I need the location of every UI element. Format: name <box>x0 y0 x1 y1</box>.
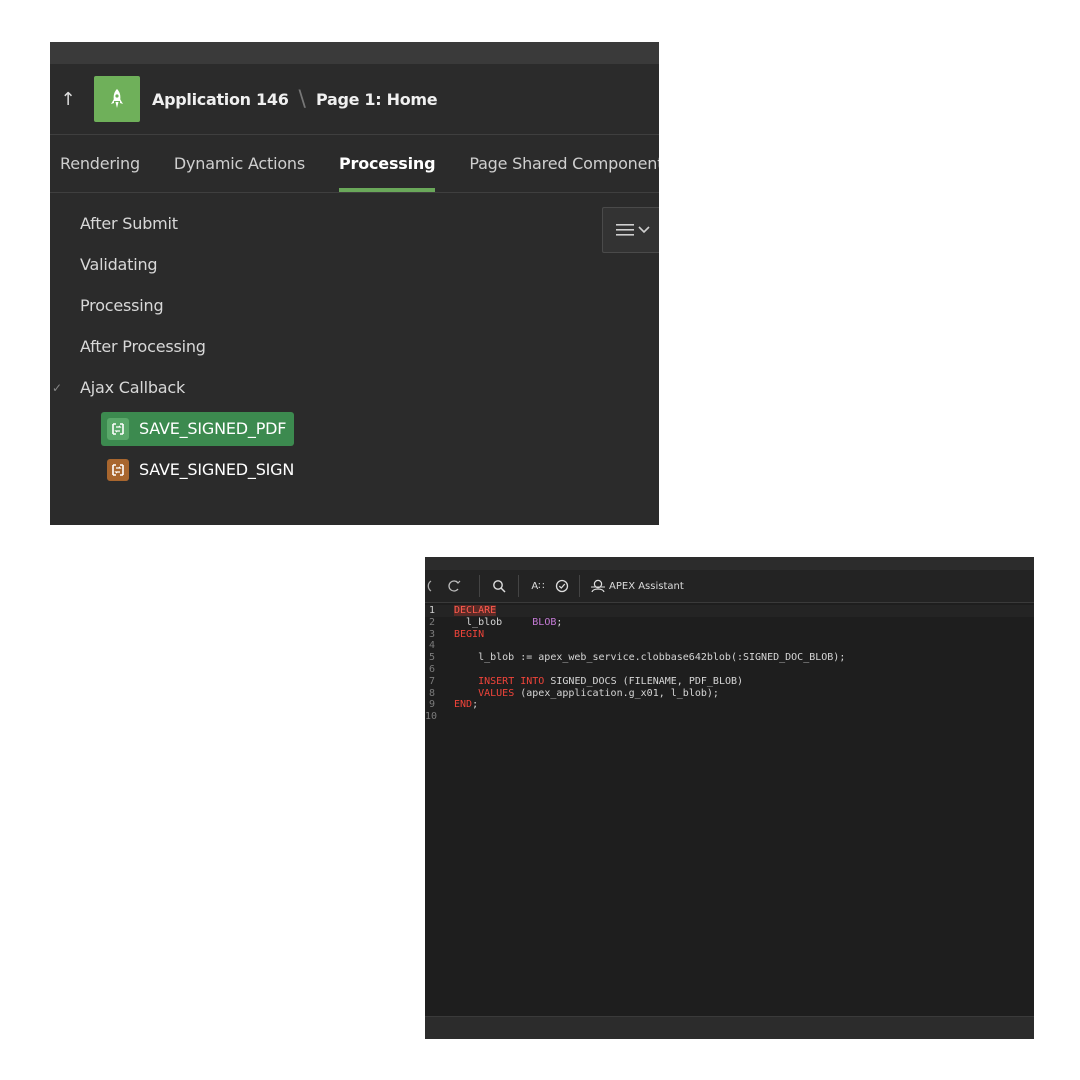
code-text: DECLARE <box>454 605 497 616</box>
toolbar-divider <box>479 575 480 597</box>
tree-child-label: SAVE_SIGNED_PDF <box>139 419 287 438</box>
code-line: 9 END; <box>425 699 1034 711</box>
editor-status-bar <box>425 1016 1034 1039</box>
editor-toolbar: A∷ APEX Assistant <box>425 570 1034 603</box>
code-line: 3 BEGIN <box>425 629 1034 641</box>
line-number: 6 <box>429 663 436 675</box>
code-text: l_blob := apex_web_service.clobbase642bl… <box>454 652 846 664</box>
assistant-icon <box>591 579 605 593</box>
toolbar-divider <box>579 575 580 597</box>
line-number: 9 <box>429 699 436 711</box>
line-number: 5 <box>429 652 436 664</box>
code-text: BEGIN <box>454 628 485 640</box>
validate-icon[interactable] <box>551 570 573 602</box>
editor-title-strip <box>425 557 1034 570</box>
ajax-callback-icon <box>107 458 129 481</box>
code-text: VALUES (apex_application.g_x01, l_blob); <box>478 687 719 699</box>
code-line: 8 VALUES (apex_application.g_x01, l_blob… <box>425 688 1034 700</box>
tree-child-save-signed-sign[interactable]: SAVE_SIGNED_SIGN <box>50 449 659 490</box>
redo-icon[interactable] <box>435 570 473 602</box>
up-arrow-icon[interactable]: ↑ <box>50 89 86 110</box>
search-icon[interactable] <box>486 570 512 602</box>
breadcrumb-separator: \ <box>298 86 306 112</box>
code-editor-panel: A∷ APEX Assistant 1 DECLARE 2 l_blob BLOB… <box>425 557 1034 1039</box>
breadcrumb-app[interactable]: Application 146 <box>152 90 289 109</box>
tree-item-label: Processing <box>80 296 164 315</box>
tree-child-label: SAVE_SIGNED_SIGN <box>139 460 295 479</box>
node[interactable]: SAVE_SIGNED_SIGN <box>101 453 302 487</box>
tree-child-save-signed-pdf[interactable]: SAVE_SIGNED_PDF <box>50 408 659 449</box>
line-number: 8 <box>429 687 436 699</box>
code-text: END; <box>454 699 479 711</box>
code-line: 7 INSERT INTO SIGNED_DOCS (FILENAME, PDF… <box>425 676 1034 688</box>
apex-assistant-button[interactable]: APEX Assistant <box>586 570 688 602</box>
top-strip <box>50 42 659 64</box>
tree-item-after-processing[interactable]: After Processing <box>50 326 659 367</box>
line-number: 10 <box>425 711 438 723</box>
code-line: 6 <box>425 664 1034 676</box>
breadcrumb-page[interactable]: Page 1: Home <box>316 90 438 109</box>
code-text: l_blob BLOB; <box>454 616 563 628</box>
tree-item-processing[interactable]: Processing <box>50 285 659 326</box>
code-area[interactable]: 1 DECLARE 2 l_blob BLOB; 3 BEGIN 4 5 l_blo… <box>425 603 1034 723</box>
apex-assistant-label: APEX Assistant <box>609 580 684 592</box>
tree-item-label: After Processing <box>80 337 206 356</box>
line-number: 7 <box>429 675 436 687</box>
code-text: INSERT INTO SIGNED_DOCS (FILENAME, PDF_B… <box>478 675 744 687</box>
code-line: 2 l_blob BLOB; <box>425 617 1034 629</box>
code-line: 5 l_blob := apex_web_service.clobbase642… <box>425 652 1034 664</box>
line-number: 4 <box>429 640 436 652</box>
line-number: 3 <box>429 628 436 640</box>
tree-item-after-submit[interactable]: After Submit <box>50 203 659 244</box>
page-designer-panel: ↑ Application 146 \ Page 1: Home Renderi… <box>50 42 659 525</box>
tab-dynamic-actions[interactable]: Dynamic Actions <box>157 135 322 192</box>
code-line: 10 <box>425 711 1034 723</box>
tree-item-validating[interactable]: Validating <box>50 244 659 285</box>
code-line: 4 <box>425 640 1034 652</box>
tree-item-ajax-callback[interactable]: ✓ Ajax Callback <box>50 367 659 408</box>
tab-page-shared-components[interactable]: Page Shared Components <box>452 135 659 192</box>
tree-item-label: After Submit <box>80 214 178 233</box>
app-icon[interactable] <box>94 76 140 122</box>
selected-node[interactable]: SAVE_SIGNED_PDF <box>101 411 295 446</box>
breadcrumb-bar: ↑ Application 146 \ Page 1: Home <box>50 64 659 135</box>
toolbar-divider <box>518 575 519 597</box>
tree-item-label: Ajax Callback <box>80 378 186 397</box>
tab-processing[interactable]: Processing <box>322 135 452 192</box>
font-size-icon[interactable]: A∷ <box>525 570 551 602</box>
code-line: 1 DECLARE <box>425 605 1034 617</box>
tree-item-label: Validating <box>80 255 158 274</box>
line-number: 1 <box>429 605 436 616</box>
processing-tree: After Submit Validating Processing After… <box>50 193 659 490</box>
line-number: 2 <box>429 616 436 628</box>
designer-tabs: Rendering Dynamic Actions Processing Pag… <box>50 135 659 193</box>
ajax-callback-icon <box>107 417 129 440</box>
expand-chevron-icon[interactable]: ✓ <box>52 381 62 395</box>
undo-icon[interactable] <box>425 570 435 602</box>
tab-rendering[interactable]: Rendering <box>50 135 157 192</box>
rocket-icon <box>111 89 123 108</box>
